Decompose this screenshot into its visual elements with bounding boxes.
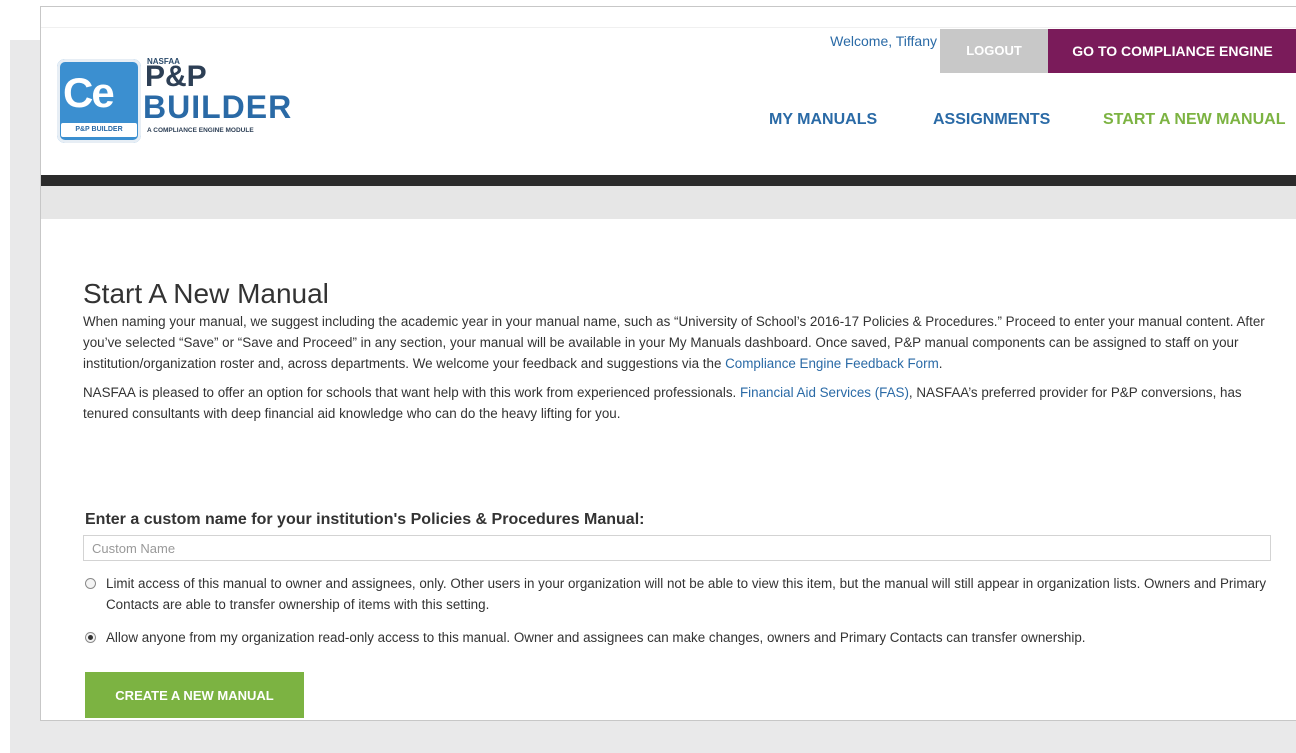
nav-start-new-manual[interactable]: START A NEW MANUAL [1103, 111, 1286, 129]
ce-badge-strip: P&P BUILDER [61, 123, 137, 137]
logo-tagline: A COMPLIANCE ENGINE MODULE [147, 127, 254, 134]
fas-link[interactable]: Financial Aid Services (FAS) [740, 385, 909, 400]
intro-text: When naming your manual, we suggest incl… [83, 314, 1265, 371]
allow-read-label: Allow anyone from my organization read-o… [106, 630, 1086, 645]
nav-assignments[interactable]: ASSIGNMENTS [933, 111, 1050, 129]
logo-pp: P&P [145, 60, 207, 93]
logo-builder: BUILDER [143, 89, 293, 125]
site-header: Ce P&P BUILDER NASFAA P&P BUILDER A COMP… [41, 7, 1296, 175]
feedback-form-link[interactable]: Compliance Engine Feedback Form [725, 356, 939, 371]
fas-text-before: NASFAA is pleased to offer an option for… [83, 385, 740, 400]
header-dark-bar [41, 175, 1296, 186]
header-divider [41, 27, 1296, 28]
allow-read-radio[interactable] [85, 632, 96, 643]
option-allow-read[interactable]: Allow anyone from my organization read-o… [85, 627, 1275, 648]
limit-access-label: Limit access of this manual to owner and… [106, 576, 1267, 612]
welcome-text: Welcome, Tiffany [830, 33, 937, 49]
main-content: Start A New Manual When naming your manu… [83, 277, 1273, 432]
custom-name-label: Enter a custom name for your institution… [85, 511, 645, 528]
page-title: Start A New Manual [83, 278, 329, 309]
browser-frame: Ce P&P BUILDER NASFAA P&P BUILDER A COMP… [40, 6, 1296, 721]
go-to-compliance-engine-button[interactable]: GO TO COMPLIANCE ENGINE [1048, 29, 1296, 73]
pp-builder-logo[interactable]: Ce P&P BUILDER NASFAA P&P BUILDER A COMP… [57, 51, 307, 151]
ce-logo-icon: Ce P&P BUILDER [57, 59, 141, 143]
fas-paragraph: NASFAA is pleased to offer an option for… [83, 382, 1273, 424]
create-new-manual-button[interactable]: CREATE A NEW MANUAL [85, 672, 304, 718]
intro-paragraph: When naming your manual, we suggest incl… [83, 311, 1273, 374]
header-gray-bar [41, 186, 1296, 219]
option-limit-access[interactable]: Limit access of this manual to owner and… [85, 573, 1275, 615]
ce-badge-text: Ce [63, 69, 115, 116]
intro-end: . [938, 356, 943, 371]
limit-access-radio[interactable] [85, 578, 96, 589]
logout-button[interactable]: LOGOUT [940, 29, 1048, 73]
custom-name-input[interactable] [83, 535, 1271, 561]
nav-my-manuals[interactable]: MY MANUALS [769, 111, 877, 129]
